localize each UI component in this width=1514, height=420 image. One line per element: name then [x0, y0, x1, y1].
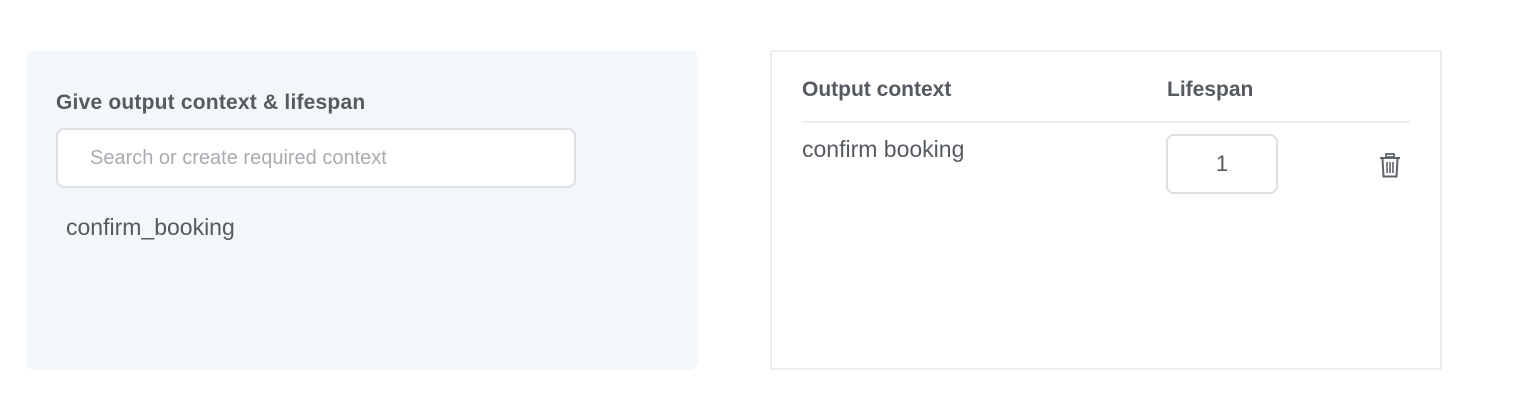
delete-row-button[interactable]	[1378, 152, 1402, 178]
column-header-lifespan: Lifespan	[1167, 78, 1254, 101]
context-selector-panel: Give output context & lifespan confirm_b…	[26, 50, 698, 370]
lifespan-input[interactable]	[1166, 134, 1278, 194]
context-selector-title: Give output context & lifespan	[56, 91, 366, 114]
context-search-input[interactable]	[56, 128, 576, 188]
header-divider	[802, 121, 1410, 123]
output-context-table: Output context Lifespan confirm booking	[770, 50, 1442, 370]
trash-icon	[1380, 152, 1400, 177]
context-suggestion-item[interactable]: confirm_booking	[66, 214, 235, 241]
output-context-cell: confirm booking	[802, 136, 965, 162]
page: Give output context & lifespan confirm_b…	[0, 0, 1514, 420]
column-header-output-context: Output context	[802, 78, 952, 101]
